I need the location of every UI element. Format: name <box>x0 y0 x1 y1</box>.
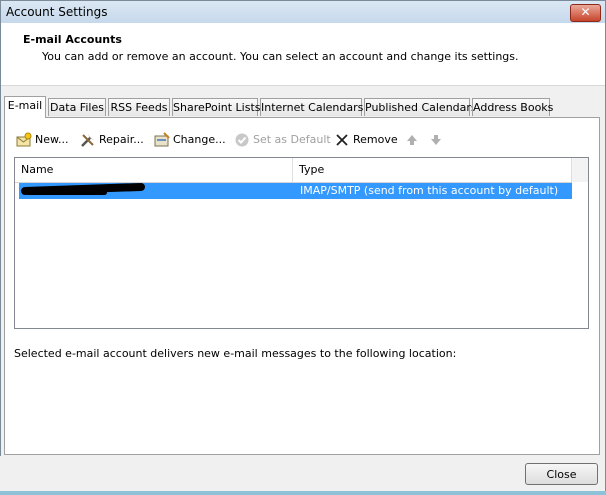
window-title: Account Settings <box>6 5 108 19</box>
change-settings-icon <box>154 132 170 148</box>
account-list[interactable]: Name Type IMAP/SMTP (send from this acco… <box>14 157 589 329</box>
list-item[interactable]: IMAP/SMTP (send from this account by def… <box>19 182 572 199</box>
tab-published-calendars[interactable]: Published Calendars <box>364 98 477 116</box>
new-account-button[interactable]: New... <box>16 130 68 150</box>
arrow-up-icon <box>404 132 420 148</box>
remove-account-button[interactable]: Remove <box>334 130 398 150</box>
tab-rss-feeds[interactable]: RSS Feeds <box>108 98 170 116</box>
change-account-button[interactable]: Change... <box>154 130 226 150</box>
scrollbar-header-filler <box>571 158 588 182</box>
change-account-label: Change... <box>173 133 226 146</box>
section-description: You can add or remove an account. You ca… <box>42 50 519 63</box>
close-button[interactable]: Close <box>525 463 598 485</box>
tab-data-files[interactable]: Data Files <box>48 98 106 116</box>
column-header-type[interactable]: Type <box>293 158 572 182</box>
set-default-button[interactable]: Set as Default <box>234 130 331 150</box>
account-type-cell: IMAP/SMTP (send from this account by def… <box>300 184 559 197</box>
account-name-cell <box>20 182 291 199</box>
repair-account-label: Repair... <box>99 133 144 146</box>
check-circle-icon <box>234 132 250 148</box>
delivery-location-text: Selected e-mail account delivers new e-m… <box>14 347 457 360</box>
remove-x-icon <box>334 132 350 148</box>
move-up-button[interactable] <box>404 130 423 150</box>
redacted-account-name-stroke <box>27 190 107 195</box>
tab-sharepoint-lists[interactable]: SharePoint Lists <box>172 98 261 116</box>
arrow-down-icon <box>428 132 444 148</box>
tab-internet-calendars[interactable]: Internet Calendars <box>260 98 363 116</box>
repair-account-button[interactable]: Repair... <box>80 130 144 150</box>
dialog-footer <box>0 456 604 493</box>
tab-address-books[interactable]: Address Books <box>472 98 553 116</box>
window-close-icon[interactable]: ✕ <box>570 4 601 22</box>
move-down-button[interactable] <box>428 130 447 150</box>
taskbar-edge <box>0 491 606 495</box>
remove-account-label: Remove <box>353 133 398 146</box>
section-title: E-mail Accounts <box>23 33 122 46</box>
new-account-label: New... <box>35 133 69 146</box>
set-default-label: Set as Default <box>253 133 331 146</box>
title-bar[interactable]: Account Settings ✕ <box>1 1 605 24</box>
new-mail-icon <box>16 132 32 148</box>
header-area: E-mail Accounts You can add or remove an… <box>1 23 605 86</box>
tab-email[interactable]: E-mail <box>4 96 46 118</box>
repair-tools-icon <box>80 132 96 148</box>
column-header-name[interactable]: Name <box>15 158 293 182</box>
list-header: Name Type <box>15 158 572 183</box>
